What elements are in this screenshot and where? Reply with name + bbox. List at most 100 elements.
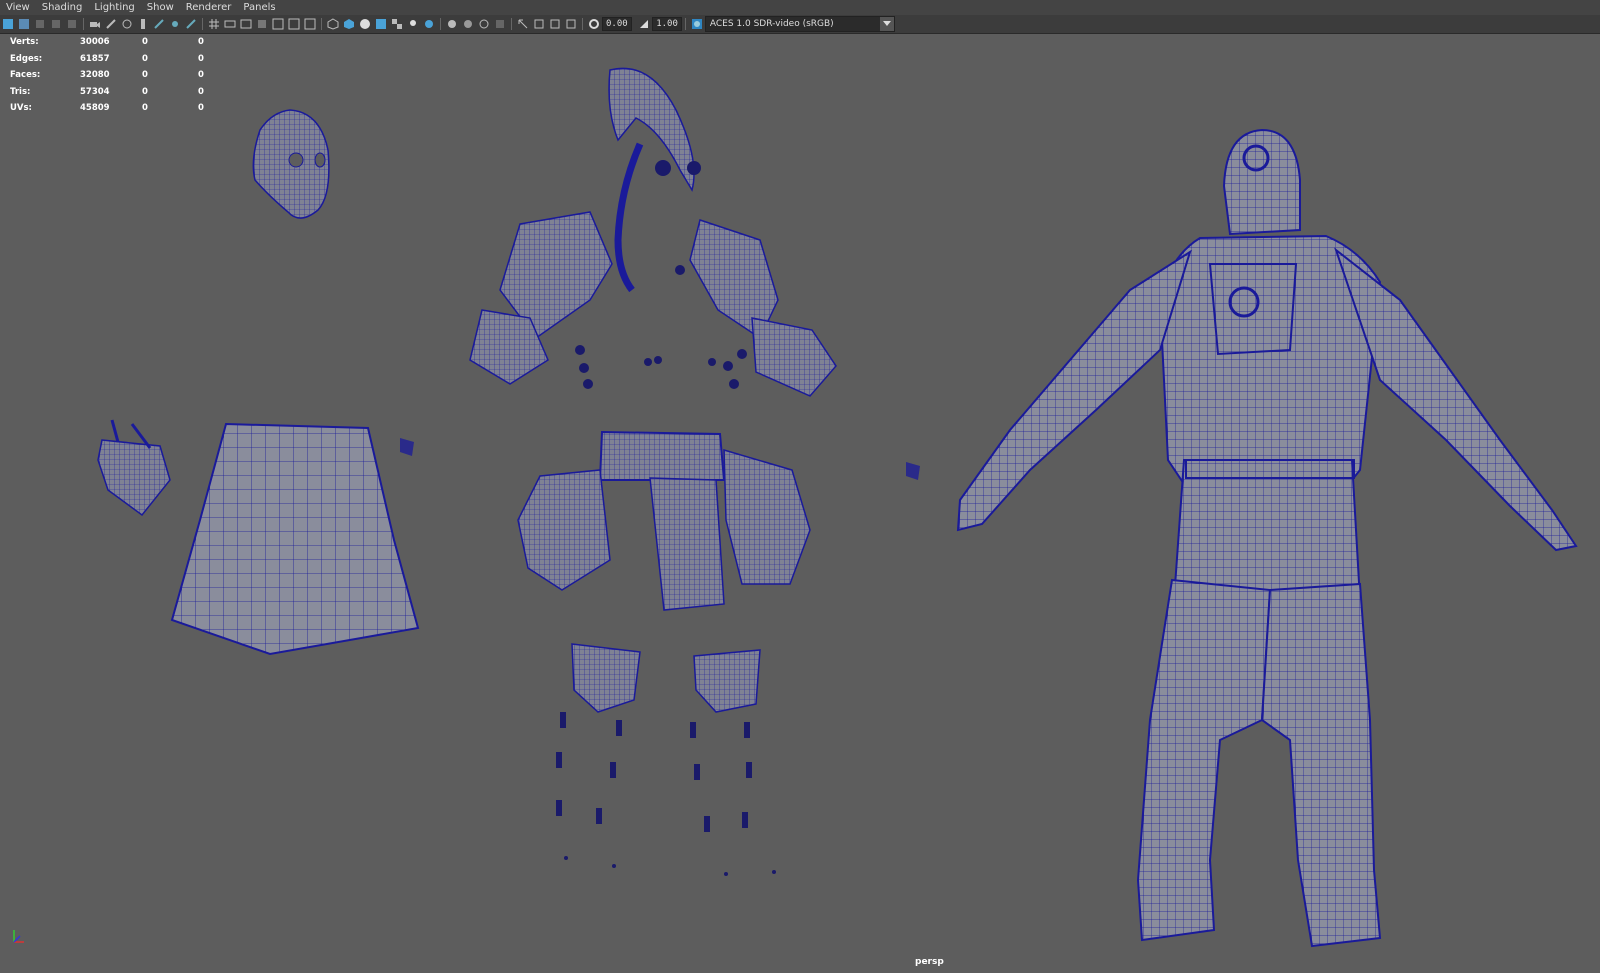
hood-mesh <box>608 67 695 192</box>
hud-row-uvs: UVs: 45809 0 0 <box>10 100 238 117</box>
resolution-gate-icon[interactable] <box>240 18 253 31</box>
toolbar-separator <box>511 18 512 30</box>
color-management-select[interactable]: ACES 1.0 SDR-video (sRGB) <box>704 16 895 32</box>
xray-icon[interactable] <box>533 18 546 31</box>
hud-label: Tris: <box>10 86 31 97</box>
toolbar-separator <box>684 18 686 30</box>
2d-pan-zoom-icon[interactable] <box>66 18 79 31</box>
ambient-occlusion-icon[interactable] <box>446 18 459 31</box>
knee-pad-left <box>571 643 641 713</box>
depth-of-field-icon[interactable] <box>494 18 507 31</box>
bookmark-icon[interactable] <box>34 18 47 31</box>
menu-shading[interactable]: Shading <box>36 0 89 15</box>
bolt <box>675 265 685 275</box>
grid-icon[interactable] <box>208 18 221 31</box>
rivets <box>575 345 747 389</box>
field-chart-icon[interactable] <box>272 18 285 31</box>
left-leg-mesh <box>1136 578 1272 942</box>
hud-row-tris: Tris: 57304 0 0 <box>10 84 238 101</box>
mask-eye-hole <box>314 152 326 168</box>
right-leg-mesh <box>1260 582 1382 948</box>
menu-lighting[interactable]: Lighting <box>88 0 140 15</box>
toolbar-separator <box>440 18 441 30</box>
textured-icon[interactable] <box>391 18 404 31</box>
smooth-shade-icon[interactable] <box>343 18 356 31</box>
tasset-mesh <box>649 477 725 611</box>
image-plane-icon[interactable] <box>50 18 63 31</box>
hip-pouch-left <box>517 469 611 591</box>
skirt-mesh <box>170 422 420 656</box>
gamma-field[interactable]: 1.00 <box>652 17 682 31</box>
toolbar-separator <box>582 18 583 30</box>
film-gate-icon[interactable] <box>224 18 237 31</box>
hud-value: 61857 <box>80 53 110 64</box>
hud-label: Faces: <box>10 70 41 81</box>
exposure-icon[interactable] <box>588 18 601 31</box>
safe-action-icon[interactable] <box>288 18 301 31</box>
hud-value: 0 <box>142 103 148 114</box>
toolbar-separator <box>321 18 322 30</box>
hud-value: 0 <box>142 53 148 64</box>
select-camera-icon[interactable] <box>2 18 15 31</box>
bookmark-flag-icon[interactable] <box>137 18 150 31</box>
hud-value: 0 <box>198 53 204 64</box>
hud-value: 0 <box>142 86 148 97</box>
uv-tool-icon[interactable] <box>153 18 166 31</box>
chevron-down-icon[interactable] <box>879 17 894 31</box>
backface-culling-icon[interactable] <box>565 18 578 31</box>
hud-value: 0 <box>142 70 148 81</box>
safe-title-icon[interactable] <box>304 18 317 31</box>
camera-icon[interactable] <box>89 18 102 31</box>
hose-mesh <box>614 142 644 293</box>
menu-renderer[interactable]: Renderer <box>180 0 238 15</box>
hip-pouch-right <box>723 448 811 585</box>
toolbar-separator <box>83 18 84 30</box>
menu-panels[interactable]: Panels <box>237 0 281 15</box>
scene-meshes <box>13 67 1578 948</box>
character-body-mesh <box>956 128 1578 948</box>
wireframe-icon[interactable] <box>327 18 340 31</box>
hud-value: 30006 <box>80 37 110 48</box>
pouch-mesh <box>97 439 171 517</box>
tiny-part <box>400 438 414 456</box>
heads-up-poly-count: Verts: 30006 0 0 Edges: 61857 0 0 Faces: 32080 0… <box>10 34 238 117</box>
hud-value: 0 <box>198 37 204 48</box>
hud-label: Edges: <box>10 53 43 64</box>
camera-label: persp <box>915 957 944 967</box>
pencil-icon[interactable] <box>185 18 198 31</box>
hud-row-verts: Verts: 30006 0 0 <box>10 34 238 51</box>
belt-mesh <box>598 430 726 481</box>
snap-icon[interactable] <box>169 18 182 31</box>
xray-joints-icon[interactable] <box>549 18 562 31</box>
anti-aliasing-icon[interactable] <box>478 18 491 31</box>
camera-attributes-icon[interactable] <box>18 18 31 31</box>
mask-eye-hole <box>288 152 304 168</box>
menu-view[interactable]: View <box>0 0 36 15</box>
lights-icon[interactable] <box>407 18 420 31</box>
color-management-icon[interactable] <box>690 18 703 31</box>
menu-show[interactable]: Show <box>141 0 180 15</box>
gamma-icon[interactable] <box>638 18 651 31</box>
gate-mask-icon[interactable] <box>256 18 269 31</box>
grease-pencil-icon[interactable] <box>105 18 118 31</box>
wireframe-on-shaded-icon[interactable] <box>375 18 388 31</box>
exposure-field[interactable]: 0.00 <box>602 17 632 31</box>
default-material-icon[interactable] <box>359 18 372 31</box>
tiny-part <box>906 462 920 480</box>
hud-value: 45809 <box>80 103 110 114</box>
hud-row-faces: Faces: 32080 0 0 <box>10 67 238 84</box>
keyframe-icon[interactable] <box>121 18 134 31</box>
bolt <box>687 161 701 175</box>
head-mesh <box>1222 128 1301 236</box>
shadows-icon[interactable] <box>423 18 436 31</box>
left-arm-mesh <box>956 249 1192 532</box>
menu-bar: View Shading Lighting Show Renderer Pane… <box>0 0 1600 15</box>
bracer-right <box>751 317 837 397</box>
isolate-select-icon[interactable] <box>517 18 530 31</box>
hud-value: 57304 <box>80 86 110 97</box>
axis-gizmo <box>13 930 24 943</box>
hud-value: 0 <box>198 86 204 97</box>
hud-value: 32080 <box>80 70 110 81</box>
motion-blur-icon[interactable] <box>462 18 475 31</box>
hud-row-edges: Edges: 61857 0 0 <box>10 51 238 68</box>
